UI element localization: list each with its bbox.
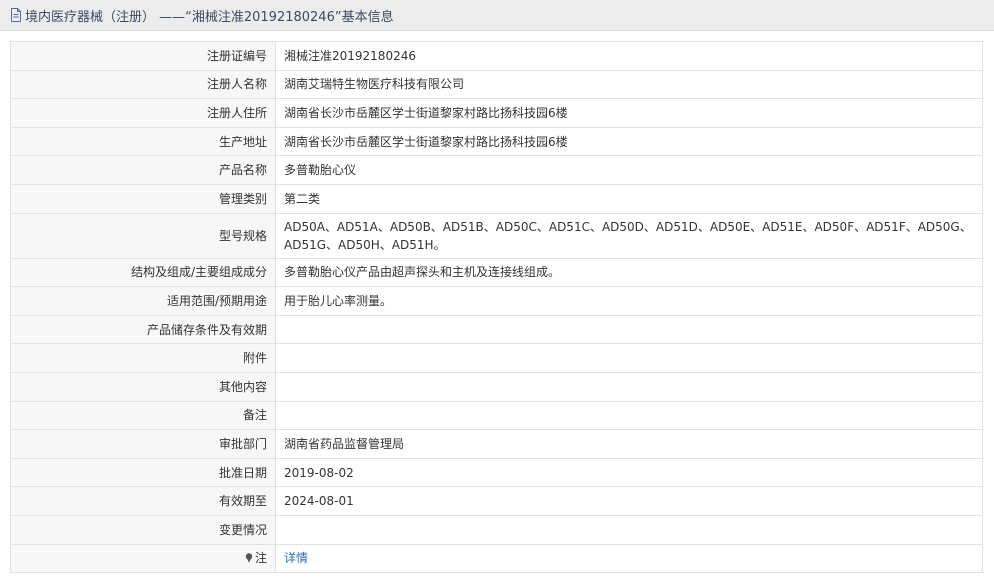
row-value: 2019-08-02: [275, 457, 983, 488]
row-value: 湖南省长沙市岳麓区学士街道黎家村路比扬科技园6楼: [275, 98, 983, 128]
page-title: 境内医疗器械（注册） ——“湘械注准20192180246”基本信息: [25, 9, 394, 25]
row-label: 结构及组成/主要组成成分: [10, 257, 276, 288]
row-label: 生产地址: [10, 126, 276, 157]
row-label: 型号规格: [10, 212, 276, 259]
document-icon: [11, 8, 21, 22]
row-value: [275, 400, 983, 431]
table-row: 有效期至 2024-08-01: [10, 486, 983, 516]
row-label: 批准日期: [10, 457, 276, 488]
details-link[interactable]: 详情: [284, 551, 308, 565]
row-value: 湖南省长沙市岳麓区学士街道黎家村路比扬科技园6楼: [275, 126, 983, 157]
pin-icon: [245, 553, 253, 564]
info-table: 注册证编号 湘械注准20192180246 注册人名称 湖南艾瑞特生物医疗科技有…: [10, 41, 983, 574]
row-value: 湘械注准20192180246: [275, 41, 983, 71]
row-label: 附件: [10, 343, 276, 373]
row-value: [275, 514, 983, 545]
row-label: 产品名称: [10, 155, 276, 185]
row-value: [275, 371, 983, 402]
table-row: 结构及组成/主要组成成分 多普勒胎心仪产品由超声探头和主机及连接线组成。: [10, 257, 983, 288]
table-row: 审批部门 湖南省药品监督管理局: [10, 429, 983, 459]
row-label: 管理类别: [10, 183, 276, 214]
table-row: 变更情况: [10, 514, 983, 545]
table-row: 注册人名称 湖南艾瑞特生物医疗科技有限公司: [10, 69, 983, 100]
table-row: 其他内容: [10, 371, 983, 402]
row-label: 注册人住所: [10, 98, 276, 128]
row-value: AD50A、AD51A、AD50B、AD51B、AD50C、AD51C、AD50…: [275, 212, 983, 259]
table-row: 注册人住所 湖南省长沙市岳麓区学士街道黎家村路比扬科技园6楼: [10, 98, 983, 128]
table-row: 产品储存条件及有效期: [10, 314, 983, 345]
table-row: 批准日期 2019-08-02: [10, 457, 983, 488]
row-value: 多普勒胎心仪: [275, 155, 983, 185]
row-value: [275, 343, 983, 373]
table-row: 备注: [10, 400, 983, 431]
table-row: 附件: [10, 343, 983, 373]
note-label: 注: [254, 551, 267, 566]
row-label: 注册证编号: [10, 41, 276, 71]
row-label: 其他内容: [10, 371, 276, 402]
row-label: 产品储存条件及有效期: [10, 314, 276, 345]
row-label: 审批部门: [10, 429, 276, 459]
table-row: 生产地址 湖南省长沙市岳麓区学士街道黎家村路比扬科技园6楼: [10, 126, 983, 157]
table-row: 注册证编号 湘械注准20192180246: [10, 41, 983, 71]
row-value: 湖南艾瑞特生物医疗科技有限公司: [275, 69, 983, 100]
table-row: 管理类别 第二类: [10, 183, 983, 214]
row-value: 用于胎儿心率测量。: [275, 286, 983, 316]
note-value-cell: 详情: [275, 543, 983, 574]
table-row: 适用范围/预期用途 用于胎儿心率测量。: [10, 286, 983, 316]
row-label: 适用范围/预期用途: [10, 286, 276, 316]
row-value: 2024-08-01: [275, 486, 983, 516]
row-label: 变更情况: [10, 514, 276, 545]
row-label: 有效期至: [10, 486, 276, 516]
page-header: 境内医疗器械（注册） ——“湘械注准20192180246”基本信息: [0, 0, 994, 31]
row-label: 备注: [10, 400, 276, 431]
row-value: 第二类: [275, 183, 983, 214]
table-row-note: 注 详情: [10, 543, 983, 574]
row-value: 湖南省药品监督管理局: [275, 429, 983, 459]
row-value: [275, 314, 983, 345]
row-value: 多普勒胎心仪产品由超声探头和主机及连接线组成。: [275, 257, 983, 288]
row-label: 注册人名称: [10, 69, 276, 100]
table-row: 产品名称 多普勒胎心仪: [10, 155, 983, 185]
table-row: 型号规格 AD50A、AD51A、AD50B、AD51B、AD50C、AD51C…: [10, 212, 983, 259]
note-label-cell: 注: [10, 543, 276, 574]
